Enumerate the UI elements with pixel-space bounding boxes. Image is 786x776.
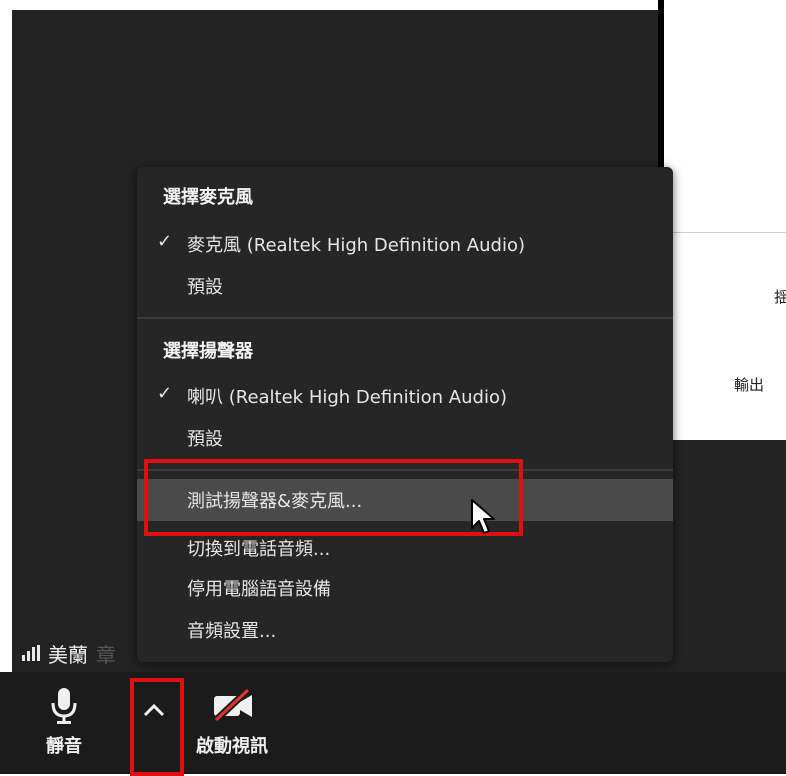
start-video-button[interactable]: 啟動視訊 xyxy=(196,686,268,758)
participant-name-tag: 美蘭 章 xyxy=(22,638,116,668)
window-edge xyxy=(0,0,12,774)
panel-output-label: 輸出 xyxy=(734,376,765,394)
participant-name-hidden: 章 xyxy=(96,642,116,667)
highlight-box-audio-options xyxy=(130,678,184,776)
mute-label: 靜音 xyxy=(46,736,82,757)
video-camera-off-icon xyxy=(213,687,252,723)
menu-item-speaker-realtek[interactable]: 喇叭 (Realtek High Definition Audio) xyxy=(187,383,507,409)
mute-button[interactable]: 靜音 xyxy=(46,686,82,758)
highlight-box-test-audio xyxy=(144,459,523,536)
menu-item-leave-computer-audio[interactable]: 停用電腦語音設備 xyxy=(187,575,331,601)
panel-partial-text: 揺 xyxy=(774,288,786,306)
meeting-toolbar: 靜音 啟動視訊 xyxy=(0,672,786,776)
menu-item-mic-realtek[interactable]: 麥克風 (Realtek High Definition Audio) xyxy=(187,231,525,257)
menu-item-audio-settings[interactable]: 音頻設置... xyxy=(187,617,276,643)
audio-settings-panel: 揺 輸出 xyxy=(664,0,786,440)
menu-separator xyxy=(137,317,673,319)
checkmark-icon: ✓ xyxy=(157,383,173,404)
microphone-icon xyxy=(51,688,77,724)
video-area-right xyxy=(658,440,786,672)
signal-bars-icon xyxy=(22,645,40,661)
select-microphone-header: 選擇麥克風 xyxy=(163,187,253,208)
select-speaker-header: 選擇揚聲器 xyxy=(163,341,253,362)
mouse-pointer-icon xyxy=(471,499,495,534)
audio-options-menu: 選擇麥克風 ✓ 麥克風 (Realtek High Definition Aud… xyxy=(137,167,673,662)
menu-item-mic-default[interactable]: 預設 xyxy=(187,273,223,299)
checkmark-icon: ✓ xyxy=(157,231,173,252)
menu-item-speaker-default[interactable]: 預設 xyxy=(187,425,223,451)
participant-name: 美蘭 xyxy=(48,642,88,667)
panel-divider xyxy=(664,232,786,233)
start-video-label: 啟動視訊 xyxy=(196,736,268,757)
menu-item-switch-phone-audio[interactable]: 切換到電話音頻... xyxy=(187,535,330,561)
